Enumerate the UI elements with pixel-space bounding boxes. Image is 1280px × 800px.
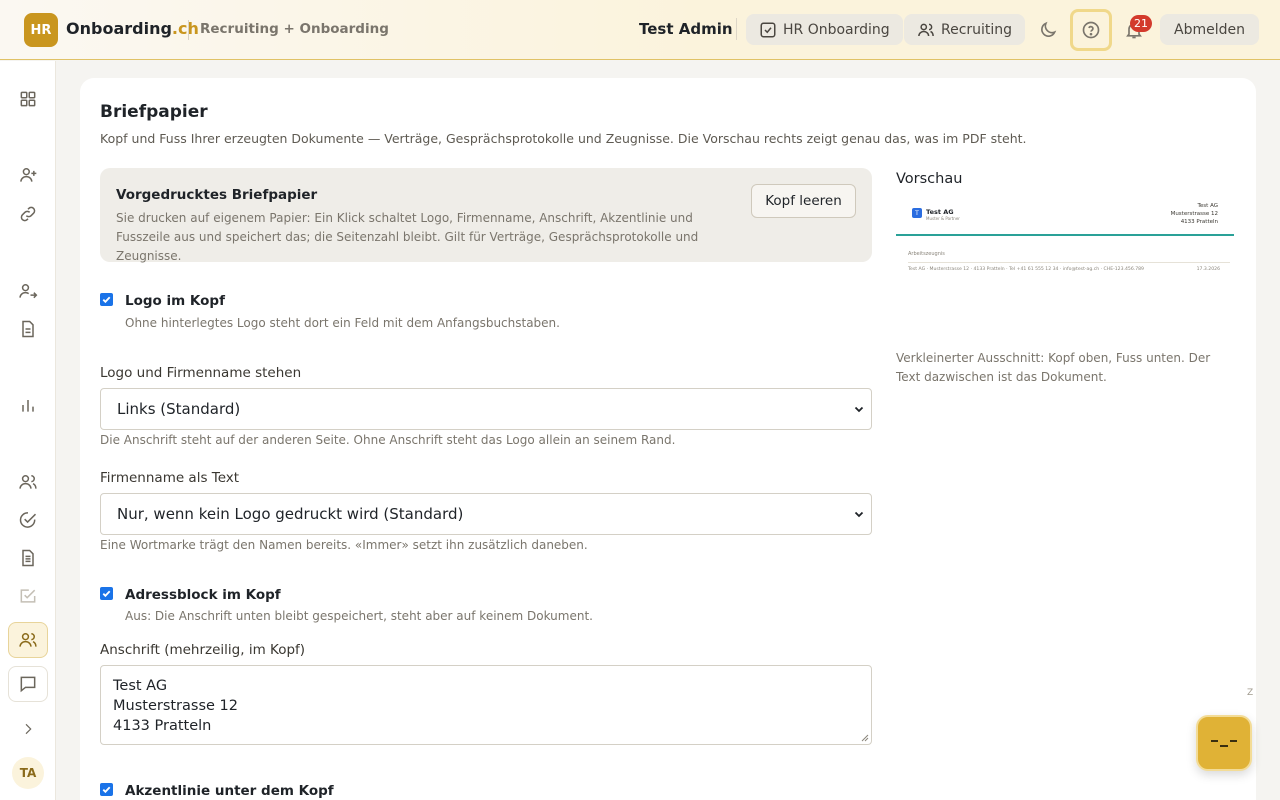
check-icon [102, 590, 111, 598]
dark-mode-toggle[interactable] [1028, 10, 1068, 50]
sidebar-item-messages[interactable] [8, 666, 48, 702]
check-circle-icon [19, 512, 37, 528]
chat-icon [20, 676, 36, 693]
preview-address: Test AG Musterstrasse 12 4133 Pratteln [1170, 203, 1218, 225]
logo-in-header-checkbox[interactable] [100, 293, 113, 306]
preview-caption: Verkleinerter Ausschnitt: Kopf oben, Fus… [896, 351, 1211, 384]
user-export-icon [19, 284, 38, 299]
sidebar-expand[interactable] [8, 711, 48, 747]
app-subtitle: Recruiting + Onboarding [200, 21, 389, 37]
document-icon [22, 549, 34, 567]
preprinted-text: Sie drucken auf eigenem Papier: Ein Klic… [116, 211, 699, 263]
accent-line-label: Akzentlinie unter dem Kopf [125, 783, 334, 799]
users-icon [918, 23, 934, 36]
checkbox-edit-icon [20, 589, 36, 603]
clear-header-button[interactable]: Kopf leeren [751, 184, 856, 218]
document-icon [22, 320, 34, 338]
user-name: Test Admin [639, 20, 733, 38]
logo-position-hint: Die Anschrift steht auf der anderen Seit… [100, 433, 676, 447]
top-bar: HR Onboarding.ch Recruiting + Onboarding… [0, 0, 1280, 60]
sidebar-item-documents[interactable] [8, 311, 48, 347]
sidebar-item-team[interactable] [8, 622, 48, 658]
check-icon [102, 786, 111, 794]
preview-logo: T [912, 208, 922, 218]
preview-company: Test AG [926, 208, 954, 216]
logo-position-select[interactable]: Links (Standard) [100, 388, 872, 430]
app-logo[interactable]: HR [24, 13, 58, 47]
letterhead-preview: T Test AG Muster & Partner Test AG Muste… [896, 196, 1234, 356]
moon-icon [1041, 21, 1057, 37]
avatar[interactable]: TA [12, 757, 44, 789]
user-plus-icon [20, 168, 37, 182]
logo-in-header-hint: Ohne hinterlegtes Logo steht dort ein Fe… [125, 316, 560, 330]
address-block-hint: Aus: Die Anschrift unten bleibt gespeich… [125, 609, 593, 623]
sidebar-item-add-user[interactable] [8, 157, 48, 193]
preview-company-sub: Muster & Partner [926, 216, 960, 221]
company-text-hint: Eine Wortmarke trägt den Namen bereits. … [100, 538, 588, 552]
preview-accent-line [896, 234, 1234, 236]
letterhead-settings-card: Briefpapier Kopf und Fuss Ihrer erzeugte… [80, 78, 1256, 800]
chevron-down-icon [854, 406, 864, 413]
preprinted-title: Vorgedrucktes Briefpapier [116, 187, 318, 203]
preview-footer: Test AG · Musterstrasse 12 · 4133 Pratte… [908, 267, 1144, 272]
logout-button[interactable]: Abmelden [1160, 14, 1259, 45]
sidebar-item-tasks[interactable] [8, 502, 48, 538]
sidebar-item-offboarding[interactable] [8, 273, 48, 309]
divider [736, 18, 737, 40]
address-block-checkbox[interactable] [100, 587, 113, 600]
company-text-label: Firmenname als Text [100, 470, 240, 486]
preview-date: 17.3.2026 [1196, 267, 1220, 272]
address-block-label: Adressblock im Kopf [125, 587, 281, 603]
chevron-down-icon [854, 511, 864, 518]
page-description: Kopf und Fuss Ihrer erzeugten Dokumente … [100, 131, 1027, 146]
sidebar: TA [0, 61, 56, 800]
grid-icon [20, 91, 36, 107]
shortcut-hint: Z [1247, 688, 1254, 698]
checkbox-icon [760, 22, 776, 37]
brand-name[interactable]: Onboarding.ch [66, 19, 199, 38]
sidebar-item-templates[interactable] [8, 540, 48, 576]
link-icon [20, 206, 36, 222]
sidebar-item-checklist[interactable] [8, 578, 48, 614]
recruiting-button[interactable]: Recruiting [904, 14, 1026, 45]
sidebar-item-dashboard[interactable] [8, 81, 48, 117]
help-icon [1082, 21, 1100, 39]
preview-doc-type: Arbeitszeugnis [908, 251, 945, 257]
logo-position-label: Logo und Firmenname stehen [100, 365, 302, 381]
users-icon [19, 633, 37, 647]
address-label: Anschrift (mehrzeilig, im Kopf) [100, 642, 306, 658]
assistant-face-icon [1211, 740, 1237, 747]
logo-in-header-label: Logo im Kopf [125, 293, 225, 309]
company-text-select[interactable]: Nur, wenn kein Logo gedruckt wird (Stand… [100, 493, 872, 535]
sidebar-item-links[interactable] [8, 196, 48, 232]
notification-badge: 21 [1130, 15, 1152, 32]
check-icon [102, 296, 111, 304]
address-textarea[interactable]: Test AG Musterstrasse 12 4133 Pratteln [100, 665, 872, 745]
divider [188, 20, 189, 40]
sidebar-item-reports[interactable] [8, 387, 48, 423]
sidebar-item-employees[interactable] [8, 464, 48, 500]
accent-line-checkbox[interactable] [100, 783, 113, 796]
bar-chart-icon [22, 400, 34, 412]
preview-title: Vorschau [896, 171, 963, 187]
resize-grip-icon[interactable] [861, 734, 869, 742]
users-icon [19, 475, 37, 489]
hr-onboarding-button[interactable]: HR Onboarding [746, 14, 903, 45]
chevron-right-icon [25, 723, 32, 735]
help-button[interactable] [1070, 9, 1112, 51]
assistant-button[interactable] [1196, 715, 1252, 771]
preview-footer-rule [908, 262, 1230, 263]
page-title: Briefpapier [100, 102, 208, 122]
preprinted-paper-box: Vorgedrucktes Briefpapier Sie drucken au… [100, 168, 872, 263]
